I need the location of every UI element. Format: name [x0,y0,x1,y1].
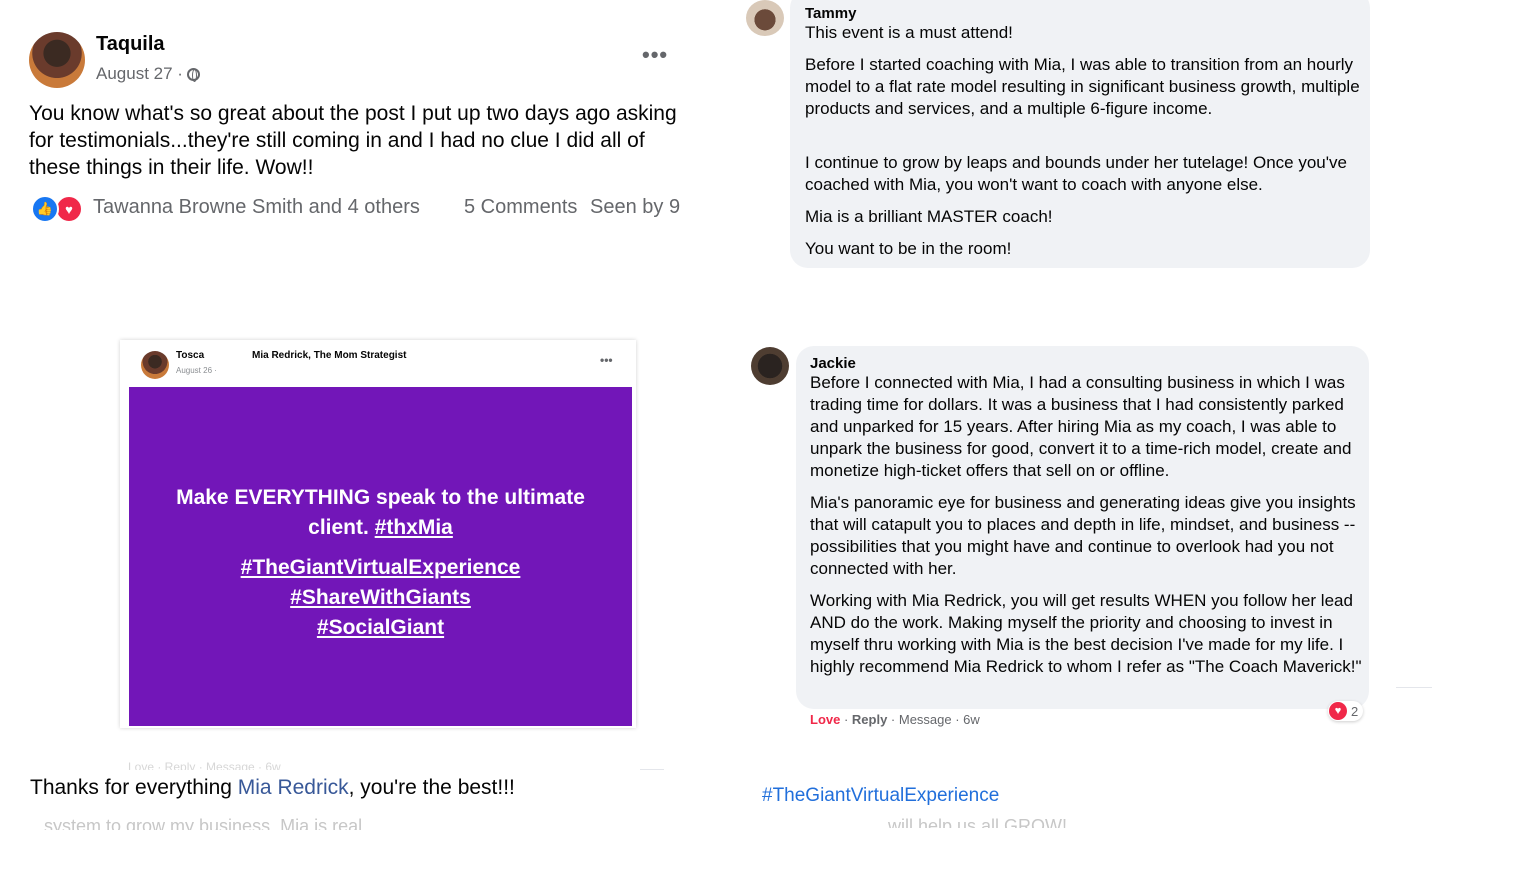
post-date[interactable]: August 27 · [96,64,200,84]
tammy-avatar[interactable] [746,0,784,36]
embed-author-avatar [141,351,169,379]
reactors-link[interactable]: Tawanna Browne Smith and 4 others [93,196,420,219]
comment-paragraph: You want to be in the room! [805,239,1012,258]
comment-paragraph: This event is a must attend! [805,23,1013,42]
post: Taquila August 27 · ••• You know what's … [0,0,720,260]
message-action[interactable]: · Message · [887,712,963,727]
faded-actions-fragment: Love · Reply · Message · 6w [128,760,281,770]
redaction-mask [170,36,254,54]
comment-paragraph: Working with Mia Redrick, you will get r… [810,591,1362,676]
comment-reaction-badge[interactable]: ♥ 2 [1328,701,1364,721]
embed-group-name: Mia Redrick, The Mom Strategist [252,350,407,361]
faded-text-fragment: will help us all GROW! [888,816,1068,828]
seen-by-link[interactable]: Seen by 9 [590,196,680,219]
heart-icon: ♥ [55,195,83,223]
card-hashtag: #TheGiantVirtualExperience [240,556,521,579]
comment-author-jackie[interactable]: Jackie [810,355,856,372]
reaction-count: 2 [1351,703,1359,719]
comment-age: 6w [963,712,980,727]
faded-text-fragment: system to grow my business. Mia is real. [44,816,368,830]
hashtag-link[interactable]: #TheGiantVirtualExperience [762,785,999,807]
post-text: You know what's so great about the post … [29,102,677,179]
divider [640,769,664,770]
redaction-mask [858,4,924,22]
thanks-prefix: Thanks for everything [30,776,238,799]
comments-count-link[interactable]: 5 Comments [464,196,577,219]
heart-icon: ♥ [1329,702,1347,720]
embed-more-icon: ••• [600,353,613,367]
action-separator: · [840,712,852,727]
divider [1396,687,1432,688]
comment-author-tammy[interactable]: Tammy [805,5,856,22]
comment-paragraph: Before I connected with Mia, I had a con… [810,373,1352,480]
redaction-mask [856,355,914,372]
comment-paragraph: I continue to grow by leaps and bounds u… [805,153,1347,194]
post-date-text: August 27 · [96,64,183,83]
card-hashtag: #ShareWithGiants [290,586,471,609]
author-name[interactable]: Taquila [96,33,165,56]
card-hashtags: #TheGiantVirtualExperience #ShareWithGia… [129,553,632,643]
embed-post-date: August 26 · [176,366,217,375]
jackie-avatar[interactable] [751,347,789,385]
embedded-post-screenshot: Tosca August 26 · Mia Redrick, The Mom S… [120,340,636,728]
card-headline-hashtag: #thxMia [374,516,453,539]
card-hashtag: #SocialGiant [316,616,445,639]
thanks-line: Thanks for everything Mia Redrick, you'r… [30,776,515,800]
more-options-icon[interactable]: ••• [642,42,668,68]
comment-paragraph: Before I started coaching with Mia, I wa… [805,55,1360,118]
comment-paragraph: Mia's panoramic eye for business and gen… [810,493,1356,578]
thanks-suffix: , you're the best!!! [348,776,515,799]
embed-author-name: Tosca [176,350,205,361]
globe-icon [186,68,200,82]
comment-paragraph: Mia is a brilliant MASTER coach! [805,207,1053,226]
author-avatar[interactable] [29,32,85,88]
reply-action[interactable]: Reply [852,712,887,727]
card-headline: Make EVERYTHING speak to the ultimate cl… [154,483,607,543]
love-action[interactable]: Love [810,712,840,727]
embed-purple-card: Make EVERYTHING speak to the ultimate cl… [129,387,632,726]
comment-actions: Love · Reply · Message · 6w [810,712,980,727]
like-icon: 👍 [31,195,59,223]
mention-link[interactable]: Mia Redrick [238,776,349,799]
